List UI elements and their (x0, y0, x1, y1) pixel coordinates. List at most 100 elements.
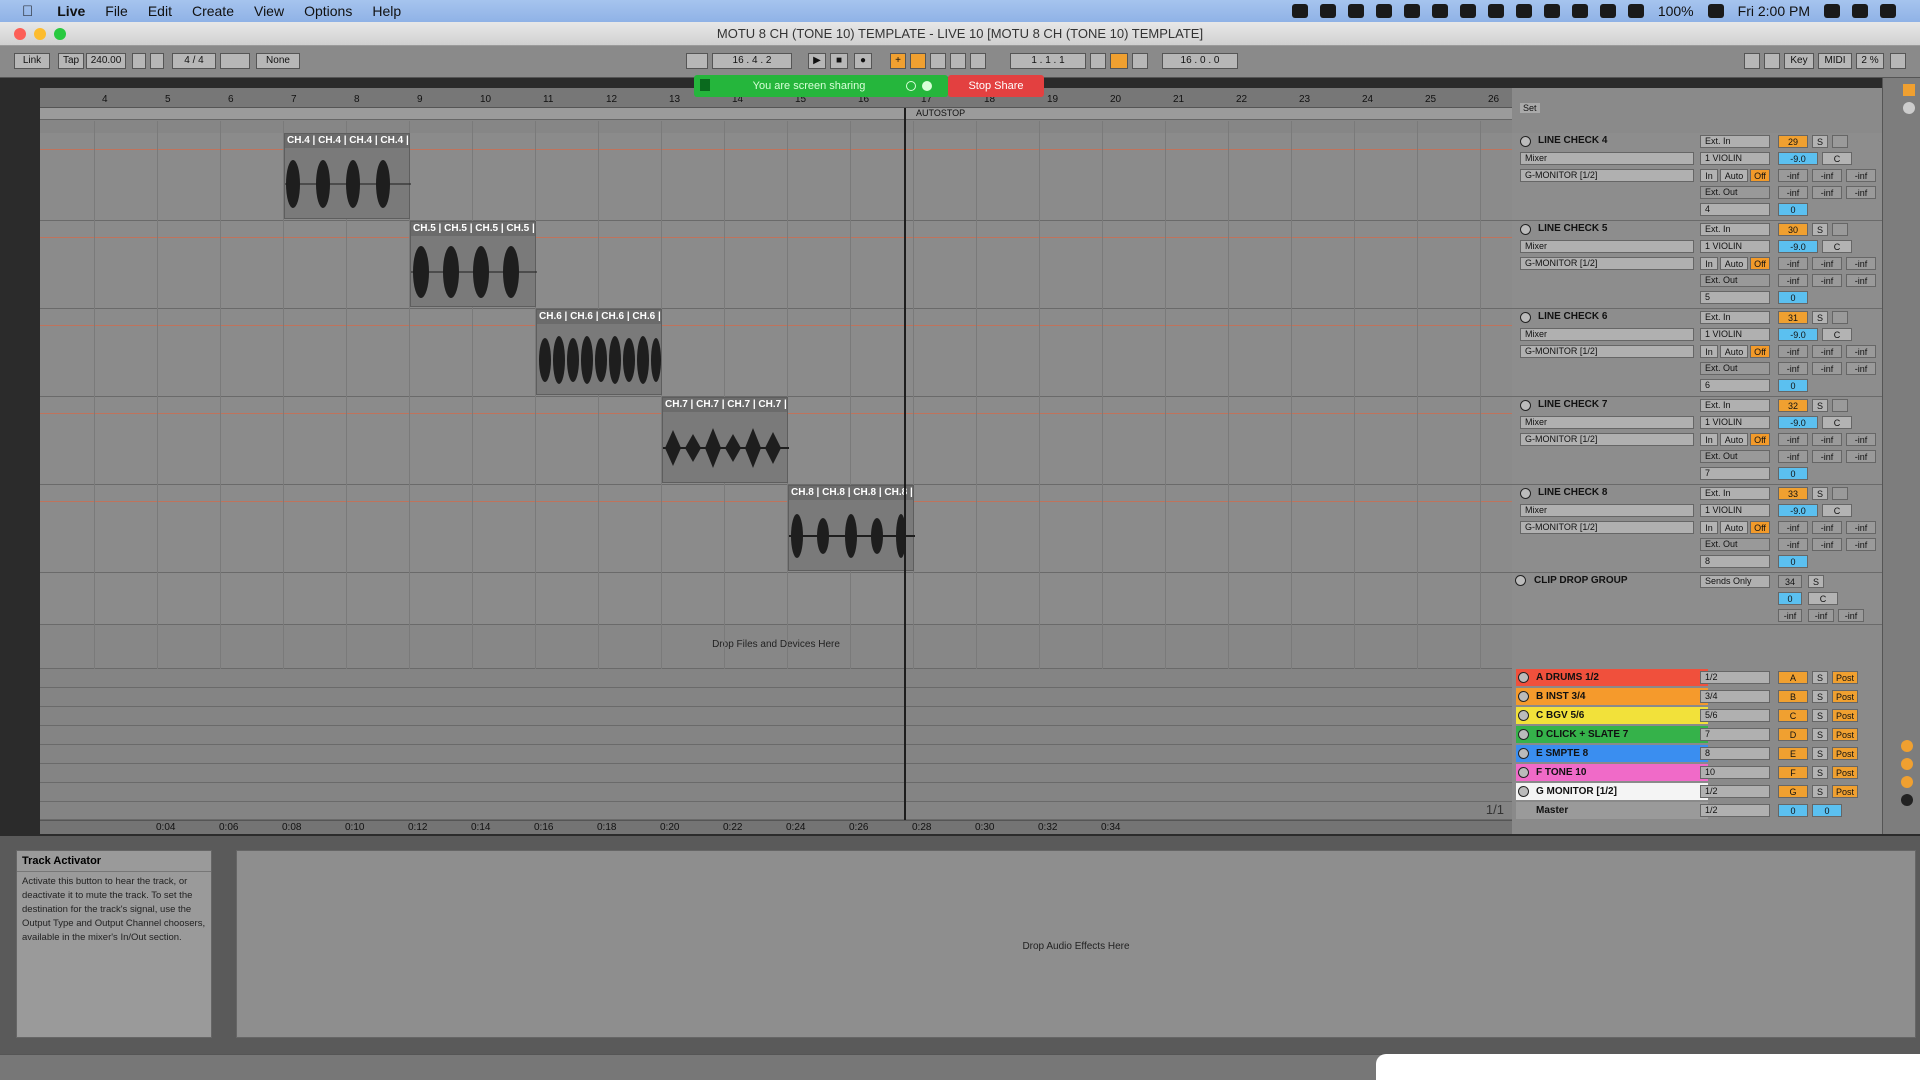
time-signature-field[interactable]: 4 / 4 (172, 53, 216, 69)
time-ruler[interactable]: 0:04 0:06 0:08 0:10 0:12 0:14 0:16 0:18 0:20 0:22… (40, 820, 1512, 834)
pan-field[interactable]: C (1822, 504, 1852, 517)
output-type-chooser[interactable]: Ext. Out (1700, 274, 1770, 287)
track-activator-icon[interactable] (1518, 729, 1529, 740)
send-toggle-icon[interactable] (1901, 758, 1913, 770)
overdub-button[interactable]: + (890, 53, 906, 69)
punch-out-button[interactable] (1132, 53, 1148, 69)
track-activator-icon[interactable] (1518, 786, 1529, 797)
security-icon[interactable] (922, 81, 932, 91)
monitor-in-button[interactable]: In (1700, 257, 1718, 270)
group-track-clip-drop[interactable]: CLIP DROP GROUP Sends Only 34 S 0 C -inf… (1512, 573, 1882, 625)
track-activator-icon[interactable] (1518, 748, 1529, 759)
track-name[interactable]: LINE CHECK 8 (1538, 487, 1607, 498)
output-channel-chooser[interactable]: 5 (1700, 291, 1770, 304)
return-lane-b[interactable] (40, 688, 1512, 707)
volume-field[interactable]: -9.0 (1778, 504, 1818, 517)
follow-button[interactable] (686, 53, 708, 69)
return-letter[interactable]: D (1778, 728, 1808, 741)
status-icon[interactable] (1319, 4, 1336, 18)
input-type-chooser[interactable]: Ext. In (1700, 399, 1770, 412)
search-icon[interactable] (1824, 4, 1840, 18)
post-button[interactable]: Post (1832, 709, 1858, 722)
mixer-track-line-check[interactable]: LINE CHECK 8 Ext. In 33 S Mixer 1 VIOLIN -9.0 C… (1512, 485, 1882, 573)
tempo-field[interactable]: 240.00 (86, 53, 126, 69)
solo-button[interactable]: S (1812, 311, 1828, 324)
audio-clip-ch8[interactable]: CH.8 | CH.8 | CH.8 | CH.8 | (788, 485, 915, 571)
monitor-auto-button[interactable]: Auto (1720, 345, 1748, 358)
return-track-name[interactable]: D CLICK + SLATE 7 (1516, 726, 1708, 743)
menu-options[interactable]: Options (294, 3, 362, 19)
menu-edit[interactable]: Edit (138, 3, 182, 19)
draw-mode-button[interactable] (1744, 53, 1760, 69)
monitor-off-button[interactable]: Off (1750, 257, 1770, 270)
output-chooser[interactable]: 3/4 (1700, 690, 1770, 703)
io-toggle-icon[interactable] (1901, 776, 1913, 788)
solo-button[interactable]: S (1812, 709, 1828, 722)
master-track[interactable]: Master 1/2 0 0 (1512, 802, 1882, 820)
output-type-chooser[interactable]: G-MONITOR [1/2] (1520, 433, 1694, 446)
return-track[interactable]: B INST 3/4 3/4 B S Post (1512, 688, 1882, 706)
return-lane-a[interactable] (40, 669, 1512, 688)
status-icon[interactable] (1543, 4, 1560, 18)
output-type-chooser[interactable]: Ext. Out (1700, 450, 1770, 463)
computer-midi-keyboard-button[interactable] (1764, 53, 1780, 69)
session-record-button[interactable] (970, 53, 986, 69)
status-icon[interactable] (1487, 4, 1504, 18)
fold-icon[interactable] (1515, 575, 1526, 586)
track-activator-icon[interactable] (1520, 400, 1531, 411)
return-track-name[interactable]: E SMPTE 8 (1516, 745, 1708, 762)
output-chooser[interactable]: 7 (1700, 728, 1770, 741)
arm-button[interactable] (1832, 311, 1848, 324)
solo-button[interactable]: S (1812, 399, 1828, 412)
return-letter[interactable]: C (1778, 709, 1808, 722)
mixer-track-line-check[interactable]: LINE CHECK 7 Ext. In 32 S Mixer 1 VIOLIN -9.0 C… (1512, 397, 1882, 485)
return-lane-c[interactable] (40, 707, 1512, 726)
close-window-button[interactable] (14, 28, 26, 40)
output-chooser[interactable]: 10 (1700, 766, 1770, 779)
song-position-field[interactable]: 16 . 4 . 2 (712, 53, 792, 69)
output-type-chooser[interactable]: Ext. Out (1700, 362, 1770, 375)
loop-start-field[interactable]: 1 . 1 . 1 (1010, 53, 1086, 69)
back-to-arrangement-button[interactable] (930, 53, 946, 69)
solo-button[interactable]: S (1812, 785, 1828, 798)
audio-clip-ch6[interactable]: CH.6 | CH.6 | CH.6 | CH.6 | (536, 309, 662, 395)
return-track[interactable]: E SMPTE 8 8 E S Post (1512, 745, 1882, 763)
track-activator-icon[interactable] (1520, 136, 1531, 147)
menu-create[interactable]: Create (182, 3, 244, 19)
mixer-track-line-check[interactable]: LINE CHECK 5 Ext. In 30 S Mixer 1 VIOLIN -9.0 C… (1512, 221, 1882, 309)
playhead[interactable] (904, 108, 906, 820)
set-label[interactable]: Set (1520, 103, 1540, 113)
return-lane-g[interactable] (40, 783, 1512, 802)
pan-field[interactable]: C (1822, 416, 1852, 429)
track-activator-icon[interactable] (1518, 691, 1529, 702)
device-chain[interactable]: Drop Audio Effects Here (236, 850, 1916, 1038)
stop-share-button[interactable]: Stop Share (948, 75, 1044, 97)
automation-arm-button[interactable] (910, 53, 926, 69)
send-field[interactable]: 0 (1778, 379, 1808, 392)
mixer-track-line-check[interactable]: LINE CHECK 4 Ext. In 29 S Mixer 1 VIOLIN -9.0 C… (1512, 133, 1882, 221)
screen-sharing-banner[interactable]: You are screen sharing (694, 75, 948, 97)
monitor-in-button[interactable]: In (1700, 521, 1718, 534)
output-type-chooser[interactable]: G-MONITOR [1/2] (1520, 345, 1694, 358)
return-toggle-icon[interactable] (1901, 740, 1913, 752)
monitor-in-button[interactable]: In (1700, 345, 1718, 358)
track-activator-icon[interactable] (1520, 488, 1531, 499)
monitor-in-button[interactable]: In (1700, 433, 1718, 446)
track-name[interactable]: LINE CHECK 4 (1538, 135, 1607, 146)
monitor-off-button[interactable]: Off (1750, 345, 1770, 358)
solo-button[interactable]: S (1812, 766, 1828, 779)
track-name[interactable]: CLIP DROP GROUP (1534, 575, 1628, 586)
clock[interactable]: Fri 2:00 PM (1738, 3, 1810, 19)
volume-field[interactable]: 0 (1778, 592, 1802, 605)
track-name[interactable]: LINE CHECK 7 (1538, 399, 1607, 410)
metronome-button[interactable] (220, 53, 250, 69)
siri-icon[interactable] (1852, 4, 1868, 18)
apple-menu-icon[interactable]:  (0, 3, 47, 20)
audio-clip-ch5[interactable]: CH.5 | CH.5 | CH.5 | CH.5 | (410, 221, 537, 307)
output-type-chooser[interactable]: Ext. Out (1700, 538, 1770, 551)
punch-in-button[interactable] (1090, 53, 1106, 69)
arm-button[interactable] (1832, 223, 1848, 236)
send-field[interactable]: 0 (1778, 467, 1808, 480)
output-chooser[interactable]: 1/2 (1700, 671, 1770, 684)
pan-field[interactable]: C (1822, 152, 1852, 165)
